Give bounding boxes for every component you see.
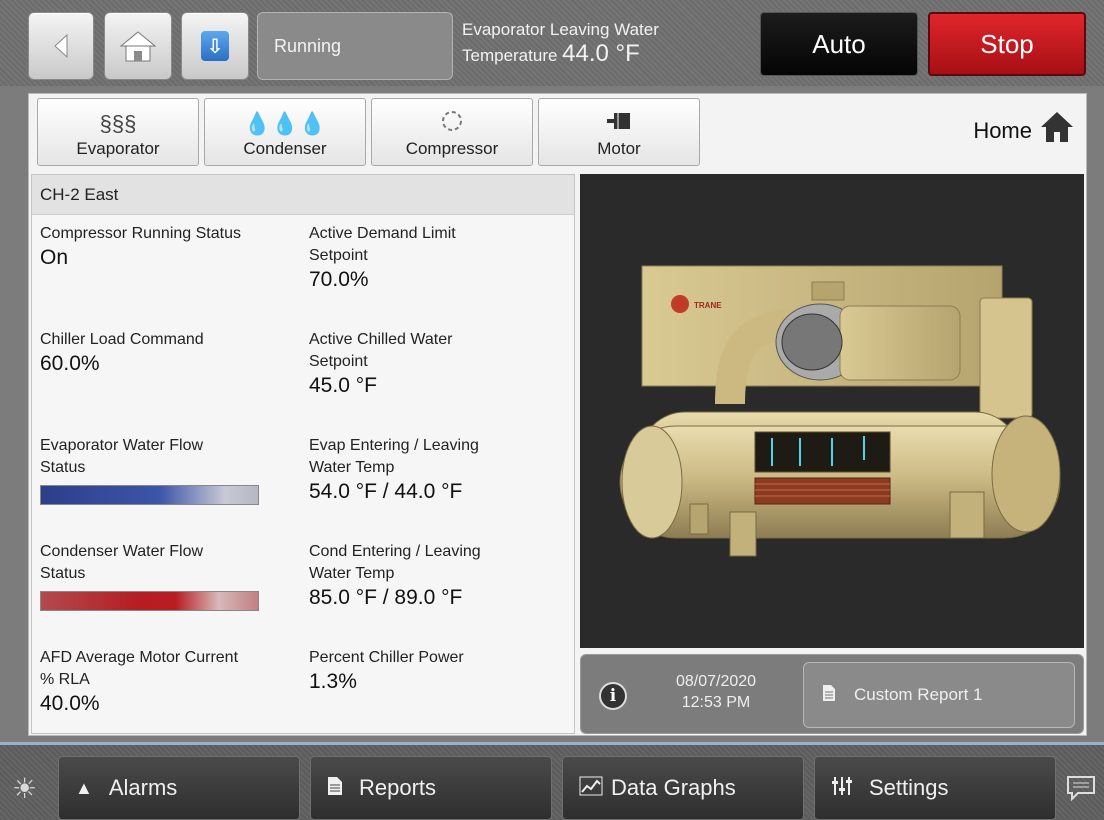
tab-motor[interactable]: Motor (538, 98, 700, 166)
tab-condenser-label: Condenser (243, 139, 327, 158)
tab-compressor-label: Compressor (405, 139, 499, 158)
breadcrumb-home: Home (973, 118, 1032, 143)
load-command-value: 60.0% (40, 352, 100, 375)
home-button[interactable] (104, 12, 172, 80)
stop-button[interactable]: Stop (928, 12, 1086, 76)
evap-temp-label-line1: Evaporator Leaving Water (462, 20, 659, 39)
chiller-illustration: TRANE (619, 265, 1061, 557)
chiller-image: TRANE (580, 174, 1084, 648)
cond-temps-label2: Water Temp (309, 565, 395, 582)
demand-limit-label2: Setpoint (309, 247, 368, 264)
evap-flow-label1: Evaporator Water Flow (40, 437, 204, 454)
tab-evaporator-label: Evaporator (76, 139, 160, 158)
evap-flow-label2: Status (40, 459, 86, 476)
custom-report-button[interactable]: Custom Report 1 (803, 662, 1075, 728)
info-icon[interactable]: i (599, 682, 627, 710)
evaporator-water-flow-status: Evaporator Water Flow Status (40, 435, 300, 505)
document-icon (327, 776, 343, 801)
motor-current-label2: % RLA (40, 671, 90, 688)
settings-button[interactable]: Settings (814, 756, 1056, 820)
evap-temps-label2: Water Temp (309, 459, 395, 476)
info-bar: i 08/07/2020 12:53 PM Custom Report 1 (580, 654, 1084, 734)
compressor-running-label: Compressor Running Status (40, 225, 241, 242)
download-arrow-icon: ⇩ (201, 31, 229, 61)
chiller-power-label: Percent Chiller Power (309, 649, 464, 666)
condenser-water-flow-status: Condenser Water Flow Status (40, 541, 300, 611)
date-text: 08/07/2020 (675, 673, 757, 690)
back-arrow-icon (54, 33, 68, 59)
evap-leaving-temp-readout: Evaporator Leaving Water Temperature 44.… (462, 18, 752, 68)
cond-temps-label1: Cond Entering / Leaving (309, 543, 481, 560)
tab-motor-label: Motor (597, 139, 641, 158)
load-command-label: Chiller Load Command (40, 331, 204, 348)
condenser-icon: 💧💧💧 (243, 111, 327, 136)
status-panel: CH-2 East Compressor Running Status On A… (31, 174, 575, 734)
chilled-water-value: 45.0 °F (309, 374, 377, 397)
running-status[interactable]: Running (257, 12, 453, 80)
evap-water-temps: Evap Entering / Leaving Water Temp 54.0 … (309, 435, 569, 503)
datetime: 08/07/2020 12:53 PM (651, 671, 781, 713)
active-chilled-water-setpoint: Active Chilled Water Setpoint 45.0 °F (309, 329, 569, 397)
cond-flow-label1: Condenser Water Flow (40, 543, 204, 560)
settings-label: Settings (869, 775, 949, 800)
demand-limit-label1: Active Demand Limit (309, 225, 456, 242)
data-graphs-label: Data Graphs (611, 775, 736, 800)
chat-icon[interactable] (1066, 775, 1096, 802)
brightness-sun-icon[interactable]: ☀ (12, 775, 37, 803)
home-icon (119, 31, 157, 62)
running-status-text: Running (274, 35, 342, 56)
evaporator-icon: §§§ (99, 111, 137, 136)
unit-name-header: CH-2 East (32, 175, 574, 215)
cond-flow-bar (40, 591, 259, 611)
compressor-running-value: On (40, 246, 69, 269)
evap-temp-label-line2: Temperature (462, 46, 558, 65)
evap-temp-value: 44.0 °F (562, 40, 640, 67)
evap-temps-label1: Evap Entering / Leaving (309, 437, 479, 454)
motor-icon (605, 109, 633, 139)
percent-chiller-power: Percent Chiller Power 1.3% (309, 647, 569, 693)
auto-button[interactable]: Auto (760, 12, 918, 76)
graph-icon (579, 776, 603, 801)
reports-button[interactable]: Reports (310, 756, 552, 820)
demand-limit-value: 70.0% (309, 268, 369, 291)
active-demand-limit: Active Demand Limit Setpoint 70.0% (309, 223, 569, 291)
motor-current-value: 40.0% (40, 692, 100, 715)
download-button[interactable]: ⇩ (181, 12, 249, 80)
cond-temps-value: 85.0 °F / 89.0 °F (309, 586, 463, 609)
chilled-water-label1: Active Chilled Water (309, 331, 453, 348)
alarms-label: Alarms (108, 775, 178, 800)
main-panel: §§§ Evaporator 💧💧💧 Condenser Compressor … (28, 93, 1087, 736)
compressor-running-status: Compressor Running Status On (40, 223, 300, 269)
afd-motor-current: AFD Average Motor Current % RLA 40.0% (40, 647, 300, 715)
evap-temp-line2: Temperature 44.0 °F (462, 42, 752, 68)
cond-water-temps: Cond Entering / Leaving Water Temp 85.0 … (309, 541, 569, 609)
evap-temps-value: 54.0 °F / 44.0 °F (309, 480, 463, 503)
sliders-icon (831, 776, 853, 801)
cond-flow-label2: Status (40, 565, 86, 582)
chiller-load-command: Chiller Load Command 60.0% (40, 329, 300, 375)
custom-report-label: Custom Report 1 (854, 685, 983, 704)
trane-logo: TRANE (694, 301, 722, 310)
reports-label: Reports (359, 775, 437, 800)
chilled-water-label2: Setpoint (309, 353, 368, 370)
home-icon (1040, 110, 1074, 149)
chiller-power-value: 1.3% (309, 670, 357, 693)
back-button[interactable] (28, 12, 94, 80)
tab-evaporator[interactable]: §§§ Evaporator (37, 98, 199, 166)
compressor-icon (440, 109, 464, 139)
motor-current-label1: AFD Average Motor Current (40, 649, 239, 666)
tab-condenser[interactable]: 💧💧💧 Condenser (204, 98, 366, 166)
bottom-nav: ☀ ▲ Alarms Reports Data Graphs Settings (0, 742, 1104, 820)
top-bar: ⇩ Running Evaporator Leaving Water Tempe… (0, 0, 1104, 86)
document-icon (822, 684, 836, 707)
data-graphs-button[interactable]: Data Graphs (562, 756, 804, 820)
alarms-button[interactable]: ▲ Alarms (58, 756, 300, 820)
bell-icon: ▲ (75, 777, 93, 798)
time-text: 12:53 PM (681, 694, 751, 711)
evap-flow-bar (40, 485, 259, 505)
tab-compressor[interactable]: Compressor (371, 98, 533, 166)
